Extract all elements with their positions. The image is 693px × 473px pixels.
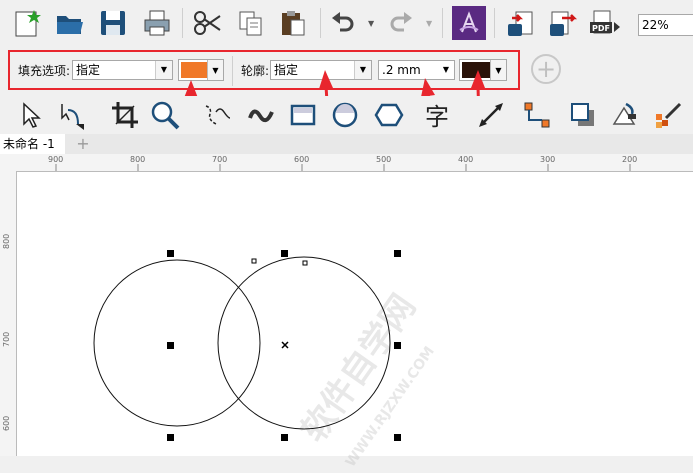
svg-text:字: 字 [425, 103, 449, 130]
shape-tool-icon[interactable] [54, 98, 88, 132]
node-handle[interactable] [302, 260, 308, 266]
horizontal-ruler-ticks [55, 164, 631, 171]
chevron-down-icon: ▼ [354, 61, 371, 79]
ruler-h-label: 600 [294, 155, 310, 164]
ruler-v-label: 800 [2, 233, 11, 249]
pdf-label: PDF [592, 24, 610, 33]
ruler-h-label: 900 [48, 155, 64, 164]
rectangle-tool-icon[interactable] [286, 98, 320, 132]
ruler-h-label: 500 [376, 155, 392, 164]
fill-color-picker[interactable]: ▼ [178, 59, 224, 81]
ellipse-right[interactable] [217, 256, 391, 430]
document-tab-label: 未命名 -1 [3, 137, 55, 151]
add-document-tab-button[interactable]: + [74, 135, 92, 153]
outline-label: 轮廓: [241, 64, 270, 78]
ruler-h-label: 300 [540, 155, 556, 164]
drop-shadow-tool-icon[interactable] [566, 98, 600, 132]
ellipse-tool-icon[interactable] [328, 98, 362, 132]
fill-options-label: 填充选项: [18, 64, 71, 78]
outline-color-swatch [462, 62, 490, 78]
drawing-canvas[interactable]: 软件自学网 WWW.RJZXW.COM [17, 172, 693, 470]
corel-connect-icon[interactable] [452, 6, 486, 40]
export-icon[interactable] [546, 6, 580, 40]
ruler-h-label: 400 [458, 155, 474, 164]
fill-color-swatch [181, 62, 207, 78]
add-preset-plus-icon[interactable]: + [531, 54, 561, 84]
node-handle[interactable] [251, 258, 257, 264]
outline-type-select[interactable]: 指定 ▼ [270, 60, 372, 80]
save-icon[interactable] [96, 6, 130, 40]
ruler-h-label: 200 [622, 155, 638, 164]
undo-icon[interactable] [326, 6, 360, 40]
document-tab-bar: 未命名 -1 + [0, 134, 693, 154]
chevron-down-icon: ▼ [207, 60, 223, 80]
zoom-tool-icon[interactable] [148, 98, 182, 132]
undo-dropdown-icon[interactable]: ▼ [368, 19, 374, 28]
color-eyedropper-tool-icon[interactable] [652, 98, 686, 132]
zoom-value: 22% [642, 18, 669, 32]
ruler-v-label: 700 [2, 331, 11, 347]
pick-tool-icon[interactable] [14, 98, 48, 132]
chevron-down-icon: ▼ [155, 61, 172, 79]
connector-tool-icon[interactable] [520, 98, 554, 132]
ruler-h-label: 800 [130, 155, 146, 164]
center-x-marker[interactable] [281, 341, 289, 349]
freehand-tool-icon[interactable] [200, 98, 234, 132]
publish-pdf-icon[interactable]: PDF [588, 6, 622, 40]
print-icon[interactable] [140, 6, 174, 40]
artistic-media-tool-icon[interactable] [244, 98, 278, 132]
dimension-tool-icon[interactable] [474, 98, 508, 132]
property-bar: 填充选项: 指定 ▼ ▼ 轮廓: 指定 ▼ .2 mm ▼ ▼ + [0, 46, 693, 96]
open-folder-icon[interactable] [52, 6, 86, 40]
transparency-tool-icon[interactable] [608, 98, 642, 132]
outline-type-value: 指定 [274, 63, 299, 77]
selected-shapes [93, 250, 401, 441]
standard-toolbar: ▼ ▼ PDF 22% [0, 0, 693, 47]
cut-icon[interactable] [190, 6, 224, 40]
redo-icon[interactable] [384, 6, 418, 40]
ruler-h-label: 700 [212, 155, 228, 164]
outline-width-select[interactable]: .2 mm ▼ [378, 60, 455, 80]
import-icon[interactable] [504, 6, 538, 40]
outline-width-value: .2 mm [382, 63, 421, 77]
outline-color-picker[interactable]: ▼ [459, 59, 507, 81]
copy-icon[interactable] [234, 6, 268, 40]
paste-icon[interactable] [276, 6, 310, 40]
redo-dropdown-icon[interactable]: ▼ [426, 19, 432, 28]
chevron-down-icon: ▼ [438, 61, 454, 79]
vertical-ruler[interactable]: 800 700 600 [0, 171, 17, 456]
chevron-down-icon: ▼ [490, 60, 506, 80]
new-document-icon[interactable] [10, 6, 44, 40]
fill-type-value: 指定 [76, 63, 101, 77]
ruler-v-label: 600 [2, 415, 11, 431]
crop-tool-icon[interactable] [108, 98, 142, 132]
ellipse-left[interactable] [93, 259, 261, 427]
text-tool-icon[interactable]: 字 [420, 98, 454, 132]
polygon-tool-icon[interactable] [372, 98, 406, 132]
fill-type-select[interactable]: 指定 ▼ [72, 60, 173, 80]
toolbox: 字 [0, 96, 693, 135]
ruler-corner[interactable] [0, 154, 17, 172]
zoom-level-combo[interactable]: 22% [638, 14, 693, 36]
horizontal-ruler[interactable]: 900 800 700 600 500 400 300 200 [16, 154, 693, 172]
document-tab[interactable]: 未命名 -1 [0, 134, 65, 154]
